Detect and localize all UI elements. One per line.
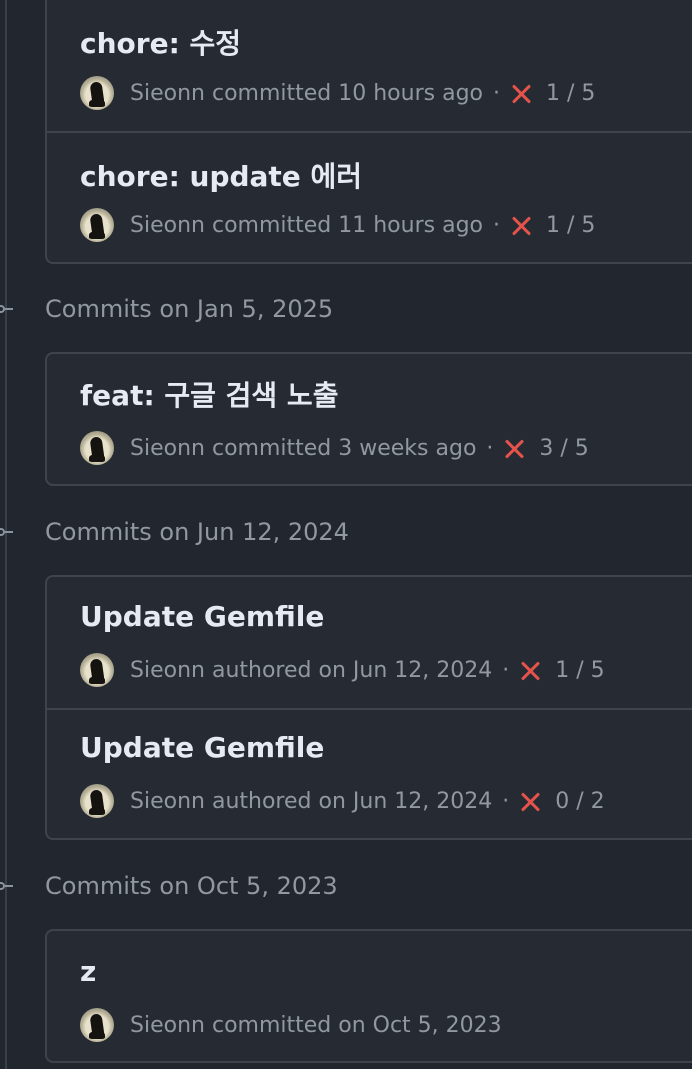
avatar[interactable] <box>80 653 114 687</box>
commit-title[interactable]: feat: 구글 검색 노출 <box>80 374 338 414</box>
avatar[interactable] <box>80 76 114 110</box>
git-commit-icon <box>0 302 14 316</box>
commit-group-header: Commits on Jun 12, 2024 <box>0 517 349 547</box>
commit-row[interactable]: Update Gemfile Sieonn authored on Jun 12… <box>47 708 692 838</box>
x-icon[interactable] <box>503 437 525 459</box>
commit-row[interactable]: chore: update 에러 Sieonn committed 11 hou… <box>47 131 692 262</box>
commit-row[interactable]: z Sieonn committed on Oct 5, 2023 <box>47 931 692 1061</box>
commit-action: authored <box>211 657 312 683</box>
commit-time[interactable]: on Jun 12, 2024 <box>318 658 492 683</box>
checks-count[interactable]: 0 / 2 <box>555 789 604 814</box>
author-name[interactable]: Sieonn <box>130 213 205 238</box>
commit-action: committed <box>211 212 332 238</box>
commit-row[interactable]: chore: 수정 Sieonn committed 10 hours ago … <box>47 0 692 131</box>
commit-group-header: Commits on Jan 5, 2025 <box>0 294 333 324</box>
commit-group-card: Update Gemfile Sieonn authored on Jun 12… <box>45 575 692 840</box>
author-name[interactable]: Sieonn <box>130 1013 205 1038</box>
commit-action: committed <box>211 1012 332 1038</box>
commit-time[interactable]: 11 hours ago <box>338 213 483 238</box>
x-icon[interactable] <box>519 659 541 681</box>
checks-count[interactable]: 1 / 5 <box>555 658 604 683</box>
avatar[interactable] <box>80 1008 114 1042</box>
commit-action: authored <box>211 788 312 814</box>
commit-meta: Sieonn authored on Jun 12, 2024 · 1 / 5 <box>80 652 605 688</box>
commit-meta: Sieonn committed 10 hours ago · 1 / 5 <box>80 75 595 111</box>
x-icon[interactable] <box>510 82 532 104</box>
commit-time[interactable]: 3 weeks ago <box>338 436 476 461</box>
separator: · <box>493 80 500 106</box>
group-date: Commits on Oct 5, 2023 <box>45 872 338 900</box>
commit-time[interactable]: on Jun 12, 2024 <box>318 789 492 814</box>
commit-history: chore: 수정 Sieonn committed 10 hours ago … <box>0 0 692 1069</box>
commit-meta: Sieonn committed 11 hours ago · 1 / 5 <box>80 207 595 243</box>
commit-time[interactable]: on Oct 5, 2023 <box>338 1013 501 1038</box>
x-icon[interactable] <box>510 214 532 236</box>
separator: · <box>502 657 510 683</box>
commit-title[interactable]: chore: 수정 <box>80 22 241 62</box>
group-date: Commits on Jun 12, 2024 <box>45 518 349 546</box>
commit-meta: Sieonn committed on Oct 5, 2023 <box>80 1007 502 1043</box>
author-name[interactable]: Sieonn <box>130 658 205 683</box>
author-name[interactable]: Sieonn <box>130 436 205 461</box>
commit-group-card: feat: 구글 검색 노출 Sieonn committed 3 weeks … <box>45 352 692 486</box>
separator: · <box>502 788 510 814</box>
commit-action: committed <box>211 80 332 106</box>
commit-title[interactable]: Update Gemfile <box>80 731 324 764</box>
commit-group-header: Commits on Oct 5, 2023 <box>0 871 338 901</box>
commit-group-card: chore: 수정 Sieonn committed 10 hours ago … <box>45 0 692 264</box>
avatar[interactable] <box>80 208 114 242</box>
separator: · <box>486 435 494 461</box>
avatar[interactable] <box>80 784 114 818</box>
group-date: Commits on Jan 5, 2025 <box>45 295 334 323</box>
commit-time[interactable]: 10 hours ago <box>338 81 483 106</box>
commit-row[interactable]: feat: 구글 검색 노출 Sieonn committed 3 weeks … <box>47 354 692 484</box>
commit-row[interactable]: Update Gemfile Sieonn authored on Jun 12… <box>47 577 692 708</box>
author-name[interactable]: Sieonn <box>130 81 205 106</box>
commit-group-card: z Sieonn committed on Oct 5, 2023 <box>45 929 692 1063</box>
x-icon[interactable] <box>519 790 541 812</box>
avatar[interactable] <box>80 431 114 465</box>
checks-count[interactable]: 1 / 5 <box>546 213 595 238</box>
separator: · <box>493 212 500 238</box>
commit-meta: Sieonn committed 3 weeks ago · 3 / 5 <box>80 430 589 466</box>
git-commit-icon <box>0 525 14 539</box>
commit-title[interactable]: Update Gemfile <box>80 600 324 633</box>
commit-meta: Sieonn authored on Jun 12, 2024 · 0 / 2 <box>80 783 605 819</box>
commit-action: committed <box>211 435 332 461</box>
checks-count[interactable]: 1 / 5 <box>546 81 595 106</box>
commit-title[interactable]: chore: update 에러 <box>80 155 362 195</box>
author-name[interactable]: Sieonn <box>130 789 205 814</box>
git-commit-icon <box>0 879 14 893</box>
commit-title[interactable]: z <box>80 955 96 988</box>
checks-count[interactable]: 3 / 5 <box>539 436 588 461</box>
